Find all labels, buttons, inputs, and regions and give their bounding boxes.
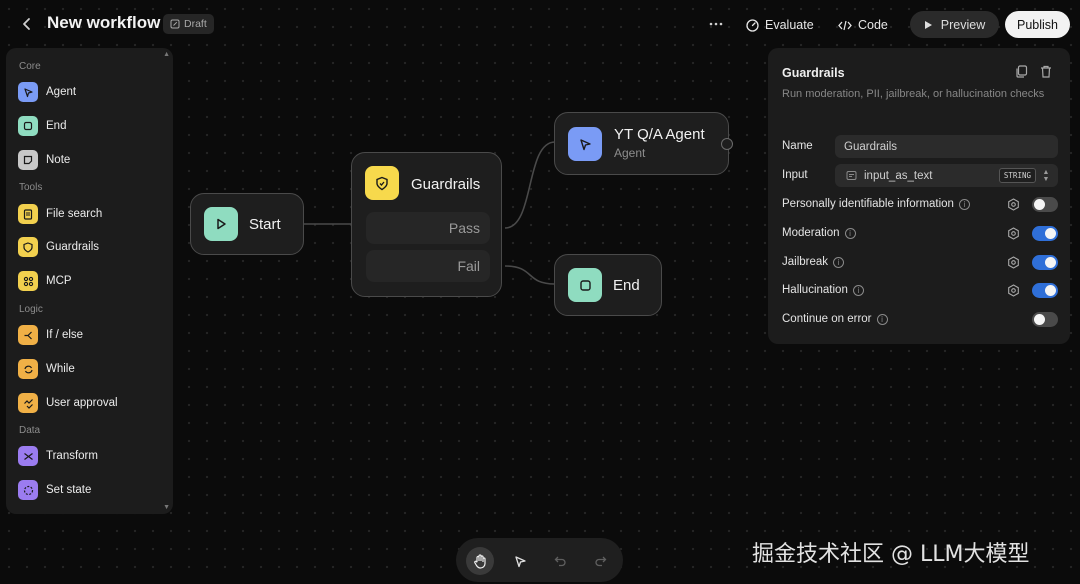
pointer-icon	[514, 555, 526, 567]
copy-icon	[1015, 64, 1027, 78]
agent-node-subtitle: Agent	[614, 146, 646, 160]
watermark-text: 掘金技术社区 @ LLM大模型	[752, 542, 1030, 567]
pass-port[interactable]: Pass	[366, 212, 490, 244]
gear-icon[interactable]	[1005, 225, 1021, 241]
option-label: Personally identifiable information	[782, 198, 954, 210]
hand-tool-button[interactable]	[466, 547, 494, 575]
canvas-toolbar	[456, 538, 623, 582]
toggle-knob	[1045, 285, 1056, 296]
toggle-knob	[1034, 314, 1045, 325]
info-icon[interactable]: i	[852, 284, 864, 296]
input-label: Input	[782, 169, 808, 181]
fail-port[interactable]: Fail	[366, 250, 490, 282]
name-field[interactable]: Guardrails	[835, 135, 1058, 158]
shield-icon	[365, 166, 399, 200]
guardrails-node-title: Guardrails	[411, 176, 481, 193]
option-label: Continue on error	[782, 313, 872, 325]
option-pii: Personally identifiable information i	[782, 194, 1058, 214]
input-variable-field[interactable]: input_as_text STRING ▲ ▼	[835, 164, 1058, 187]
info-icon[interactable]: i	[844, 227, 856, 239]
panel-title: Guardrails	[782, 66, 845, 80]
option-continue-on-error: Continue on error i	[782, 309, 1058, 329]
name-value: Guardrails	[844, 140, 898, 153]
agent-output-handle[interactable]	[721, 138, 733, 150]
start-node-title: Start	[249, 216, 281, 233]
end-node-title: End	[613, 277, 640, 294]
toggle-knob	[1045, 257, 1056, 268]
edge-fail-end	[504, 265, 556, 285]
panel-description: Run moderation, PII, jailbreak, or hallu…	[782, 88, 1045, 100]
undo-button[interactable]	[546, 547, 574, 575]
continue-on-error-toggle[interactable]	[1032, 312, 1058, 327]
option-moderation: Moderation i	[782, 223, 1058, 243]
toggle-knob	[1034, 199, 1045, 210]
cursor-icon	[568, 127, 602, 161]
agent-node[interactable]: YT Q/A Agent Agent	[554, 112, 733, 175]
info-icon[interactable]: i	[958, 198, 970, 210]
guardrails-node[interactable]: Guardrails Pass Fail	[351, 152, 502, 297]
end-node[interactable]: End	[554, 254, 662, 316]
input-value: input_as_text	[864, 169, 933, 182]
pointer-tool-button[interactable]	[506, 547, 534, 575]
agent-node-title: YT Q/A Agent	[614, 126, 705, 143]
gear-icon[interactable]	[1005, 254, 1021, 270]
gear-icon[interactable]	[1005, 196, 1021, 212]
start-node[interactable]: Start	[190, 193, 304, 255]
trash-icon	[1041, 65, 1051, 78]
variable-icon	[844, 169, 858, 183]
guardrails-settings-panel: Guardrails Run moderation, PII, jailbrea…	[768, 48, 1070, 344]
jailbreak-toggle[interactable]	[1032, 255, 1058, 270]
gear-icon[interactable]	[1005, 282, 1021, 298]
info-icon[interactable]: i	[833, 256, 845, 268]
option-hallucination: Hallucination i	[782, 280, 1058, 300]
option-label: Moderation	[782, 227, 840, 239]
option-label: Hallucination	[782, 284, 848, 296]
play-icon	[204, 207, 238, 241]
delete-button[interactable]	[1037, 62, 1055, 80]
copy-button[interactable]	[1012, 62, 1030, 80]
option-jailbreak: Jailbreak i	[782, 252, 1058, 272]
toggle-knob	[1045, 228, 1056, 239]
pii-toggle[interactable]	[1032, 197, 1058, 212]
hand-icon	[474, 553, 486, 569]
chevron-up-down-icon[interactable]: ▲ ▼	[1040, 167, 1052, 184]
name-label: Name	[782, 140, 813, 152]
edge-pass-agent	[504, 141, 556, 229]
redo-icon	[594, 556, 606, 567]
hallucination-toggle[interactable]	[1032, 283, 1058, 298]
redo-button[interactable]	[586, 547, 614, 575]
undo-icon	[554, 556, 566, 567]
moderation-toggle[interactable]	[1032, 226, 1058, 241]
square-icon	[568, 268, 602, 302]
type-badge: STRING	[998, 168, 1036, 183]
option-label: Jailbreak	[782, 256, 829, 268]
info-icon[interactable]: i	[876, 313, 888, 325]
